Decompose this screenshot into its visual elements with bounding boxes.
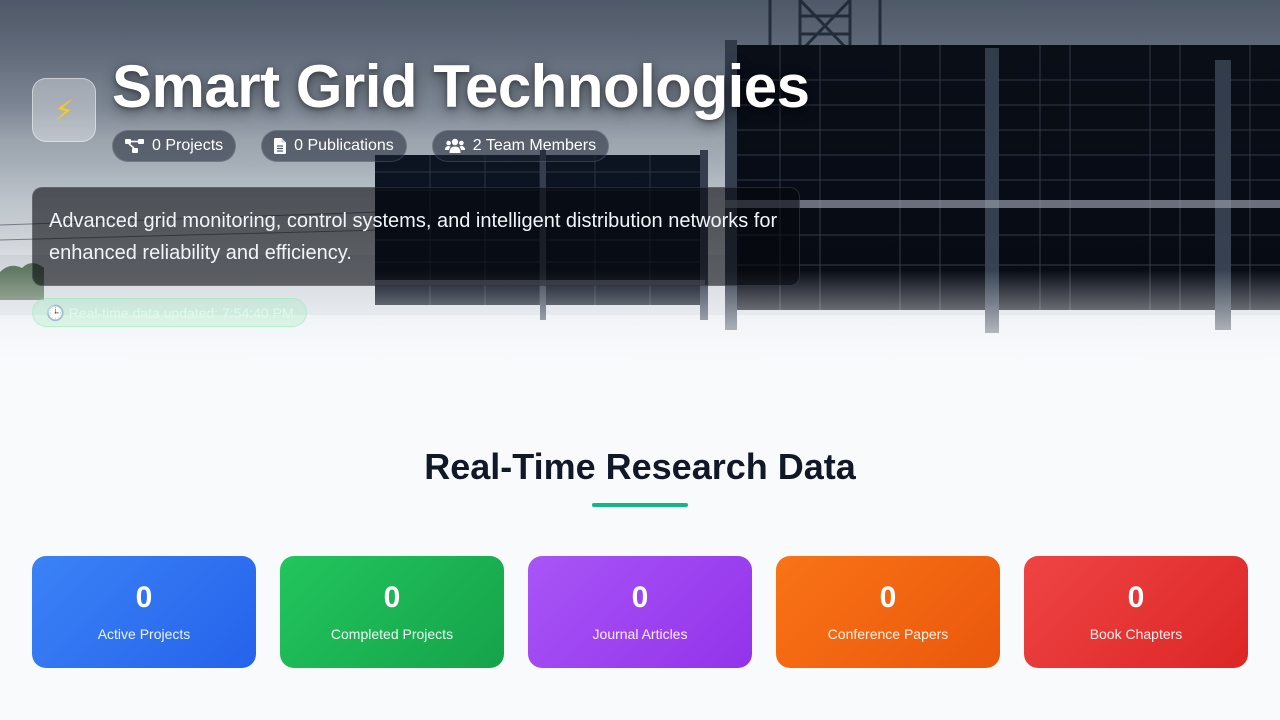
stat-card-value: 0 bbox=[383, 581, 401, 614]
projects-count-label: 0 Projects bbox=[152, 137, 224, 154]
category-description: Advanced grid monitoring, control system… bbox=[32, 187, 800, 286]
stat-card-label: Active Projects bbox=[97, 626, 191, 642]
users-icon bbox=[444, 138, 465, 153]
stat-card-label: Conference Papers bbox=[827, 626, 949, 642]
realtime-update-text: Real-time data updated: 7:54:40 PM bbox=[68, 304, 294, 321]
team-members-count-label: 2 Team Members bbox=[472, 137, 597, 154]
project-diagram-icon bbox=[125, 139, 144, 153]
stat-card-conference-papers: 0 Conference Papers bbox=[776, 556, 1000, 668]
section-title-underline bbox=[592, 503, 688, 507]
publications-count-pill: 0 Publications bbox=[261, 130, 407, 162]
stat-card-value: 0 bbox=[135, 581, 153, 614]
document-icon bbox=[274, 138, 287, 154]
research-stats-cards: 0 Active Projects 0 Completed Projects 0… bbox=[32, 556, 1248, 668]
page-title: Smart Grid Technologies bbox=[112, 53, 810, 120]
clock-icon: 🕒 bbox=[46, 303, 65, 322]
projects-count-pill: 0 Projects bbox=[112, 130, 237, 162]
stat-card-value: 0 bbox=[631, 581, 649, 614]
stat-card-journal-articles: 0 Journal Articles bbox=[528, 556, 752, 668]
stat-card-label: Journal Articles bbox=[592, 626, 688, 642]
realtime-update-badge: 🕒 Real-time data updated: 7:54:40 PM bbox=[32, 298, 307, 327]
team-members-count-pill: 2 Team Members bbox=[431, 130, 610, 162]
lightning-bolt-icon: ⚡ bbox=[54, 93, 74, 127]
section-title: Real-Time Research Data bbox=[424, 446, 856, 487]
stat-card-active-projects: 0 Active Projects bbox=[32, 556, 256, 668]
stat-card-completed-projects: 0 Completed Projects bbox=[280, 556, 504, 668]
stat-card-value: 0 bbox=[1127, 581, 1145, 614]
stat-card-value: 0 bbox=[879, 581, 897, 614]
stat-card-label: Book Chapters bbox=[1089, 626, 1183, 642]
stat-card-book-chapters: 0 Book Chapters bbox=[1024, 556, 1248, 668]
stat-card-label: Completed Projects bbox=[330, 626, 454, 642]
category-logo-tile: ⚡ bbox=[32, 78, 96, 142]
hero-banner: ⚡ Smart Grid Technologies 0 Projects 0 P… bbox=[0, 0, 1280, 385]
publications-count-label: 0 Publications bbox=[294, 137, 394, 154]
hero-stats: 0 Projects 0 Publications 2 Team Members bbox=[112, 130, 610, 162]
